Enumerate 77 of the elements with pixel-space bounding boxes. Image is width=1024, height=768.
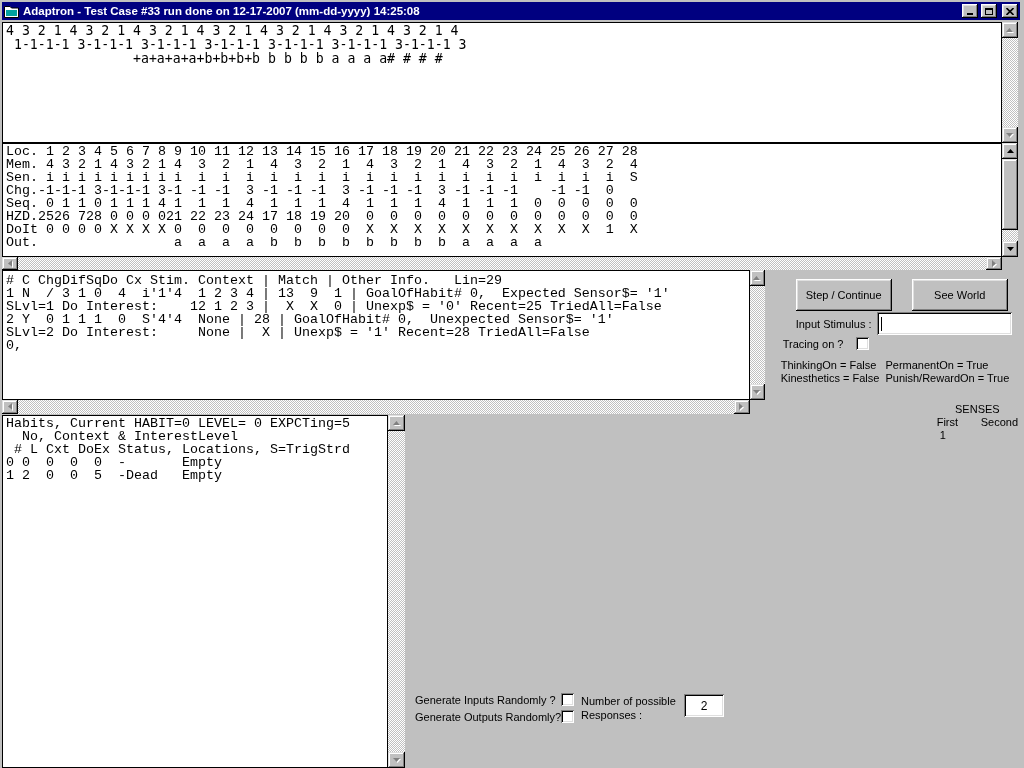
scroll-left-button[interactable]	[2, 257, 18, 270]
habits-line: 1 2 0 0 5 -Dead Empty	[6, 469, 222, 482]
setting-status-label: Kinesthetics = False	[780, 372, 880, 385]
maximize-icon	[985, 7, 993, 15]
up-triangle-icon	[1006, 149, 1014, 153]
vertical-scrollbar[interactable]	[388, 415, 405, 768]
habit-detail-line: 1 N / 3 1 0 4 i'1'4 1 2 3 4 | 13 9 1 | GoalOfHabit# 0, Expected Sensor$= '1'	[6, 287, 670, 300]
memory-row: Sen. i i i i i i i i i i i i i i i i i i i i i i i i i i i S	[6, 171, 638, 184]
scroll-right-button[interactable]	[733, 400, 750, 414]
scrollbar-thumb[interactable]	[1002, 159, 1018, 230]
minimize-button[interactable]	[962, 4, 978, 18]
sequence-line: 4 3 2 1 4 3 2 1 4 3 2 1 4 3 2 1 4 3 2 1 4 3 2 1 4 3 2 1 4	[6, 24, 459, 38]
tracing-label: Tracing on ?	[782, 337, 844, 350]
down-triangle-icon	[753, 389, 762, 395]
habit-detail-line: SLvl=2 Do Interest: None | X | Unexp$ = '1' Recent=28 TriedAll=False	[6, 326, 590, 339]
habit-detail-line: SLvl=1 Do Interest: 12 1 2 3 | X X 0 | Unexp$ = '0' Recent=25 TriedAll=False	[6, 300, 662, 313]
responses-field[interactable]: 2	[684, 694, 724, 717]
habits-line: Habits, Current HABIT=0 LEVEL= 0 EXPCTing=5	[6, 417, 350, 430]
senses-value: 1	[938, 429, 946, 442]
habits-line: # L Cxt DoEx Status, Locations, S=TrigStrd	[14, 443, 350, 456]
folder-icon	[4, 4, 20, 18]
up-triangle-icon	[753, 275, 762, 281]
habit-detail-line: # C ChgDifSqDo Cx Stim. Context | Match | Other Info. Lin=29	[6, 274, 502, 287]
vertical-scrollbar[interactable]	[1002, 22, 1018, 143]
up-triangle-icon	[392, 420, 401, 426]
step-button[interactable]: Step / Continue	[795, 279, 892, 311]
scroll-down-button[interactable]	[388, 752, 405, 768]
horizontal-scrollbar[interactable]	[2, 257, 1002, 270]
see-world-button[interactable]: See World	[911, 279, 1008, 311]
horizontal-scrollbar[interactable]	[2, 400, 750, 414]
sequence-line: +a+a+a+a+b+b+b+b b b b b a a a a# # # #	[133, 52, 443, 66]
right-triangle-icon	[991, 259, 997, 268]
responses-label: Number of possible Responses :	[581, 694, 677, 722]
memory-row: Mem. 4 3 2 1 4 3 2 1 4 3 2 1 4 3 2 1 4 3 2 1 4 3 2 1 4 3 2 4	[6, 158, 638, 171]
scroll-up-button[interactable]	[1002, 143, 1018, 159]
scroll-right-button[interactable]	[986, 257, 1002, 270]
senses-title: SENSES	[955, 403, 1000, 416]
senses-column-header: Second	[980, 416, 1018, 429]
habits-line: 0 0 0 0 0 - Empty	[6, 456, 222, 469]
scroll-up-button[interactable]	[388, 415, 405, 431]
habits-line: No, Context & InterestLevel	[22, 430, 238, 443]
down-triangle-icon	[1006, 132, 1014, 138]
option-checkbox[interactable]	[561, 710, 574, 723]
memory-row: Loc. 1 2 3 4 5 6 7 8 9 10 11 12 13 14 15 16 17 18 19 20 21 22 23 24 25 26 27 28	[6, 145, 638, 158]
up-triangle-icon	[1006, 27, 1014, 33]
close-button[interactable]	[1002, 4, 1018, 18]
memory-row: Out. a a a a b b b b b b b b a a a a	[6, 236, 542, 249]
option-label: Generate Inputs Randomly ?	[415, 693, 556, 706]
setting-status-label: PermanentOn = True	[885, 359, 989, 372]
memory-row: Chg.-1-1-1 3-1-1-1 3-1 -1 -1 3 -1 -1 -1 3 -1 -1 -1 3 -1 -1 -1 -1 -1 0	[6, 184, 614, 197]
window-title: Adaptron - Test Case #33 run done on 12-17-2007 (mm-dd-yyyy) 14:25:08	[23, 5, 420, 17]
scroll-down-button[interactable]	[1002, 241, 1018, 257]
tracing-checkbox[interactable]	[856, 337, 870, 350]
habit-detail-line: 2 Y 0 1 1 1 0 S'4'4 None | 28 | GoalOfHabit# 0, Unexpected Sensor$= '1'	[6, 313, 614, 326]
vertical-scrollbar[interactable]	[1002, 143, 1018, 257]
left-triangle-icon	[7, 259, 13, 268]
memory-row: HZD.2526 728 0 0 0 021 22 23 24 17 18 19 20 0 0 0 0 0 0 0 0 0 0 0 0	[6, 210, 638, 223]
setting-status-label: ThinkingOn = False	[780, 359, 877, 372]
memory-row: DoIt 0 0 0 0 X X X X 0 0 0 0 0 0 0 0 X X X X X X X X X X 1 X	[6, 223, 638, 236]
maximize-button[interactable]	[981, 4, 997, 18]
right-triangle-icon	[739, 403, 745, 411]
memory-row: Seq. 0 1 1 0 1 1 1 4 1 1 1 4 1 1 1 4 1 1 1 4 1 1 1 0 0 0 0 0	[6, 197, 638, 210]
setting-status-label: Punish/RewardOn = True	[885, 372, 1010, 385]
scroll-down-button[interactable]	[1002, 127, 1018, 143]
sequence-line: 1-1-1-1 3-1-1-1 3-1-1-1 3-1-1-1 3-1-1-1 3-1-1-1 3-1-1-1 3	[13, 38, 467, 52]
left-triangle-icon	[7, 403, 13, 411]
input-stimulus-field[interactable]	[876, 312, 1012, 335]
option-label: Generate Outputs Randomly?	[415, 710, 562, 723]
down-triangle-icon	[1006, 247, 1014, 251]
scroll-left-button[interactable]	[2, 400, 18, 414]
input-stimulus-label: Input Stimulus :	[795, 317, 873, 330]
option-checkbox[interactable]	[561, 693, 574, 706]
scroll-up-button[interactable]	[1002, 22, 1018, 38]
habit-detail-line: 0,	[6, 339, 22, 352]
down-triangle-icon	[392, 757, 401, 763]
close-icon	[1006, 7, 1014, 15]
senses-column-header: First	[936, 416, 959, 429]
